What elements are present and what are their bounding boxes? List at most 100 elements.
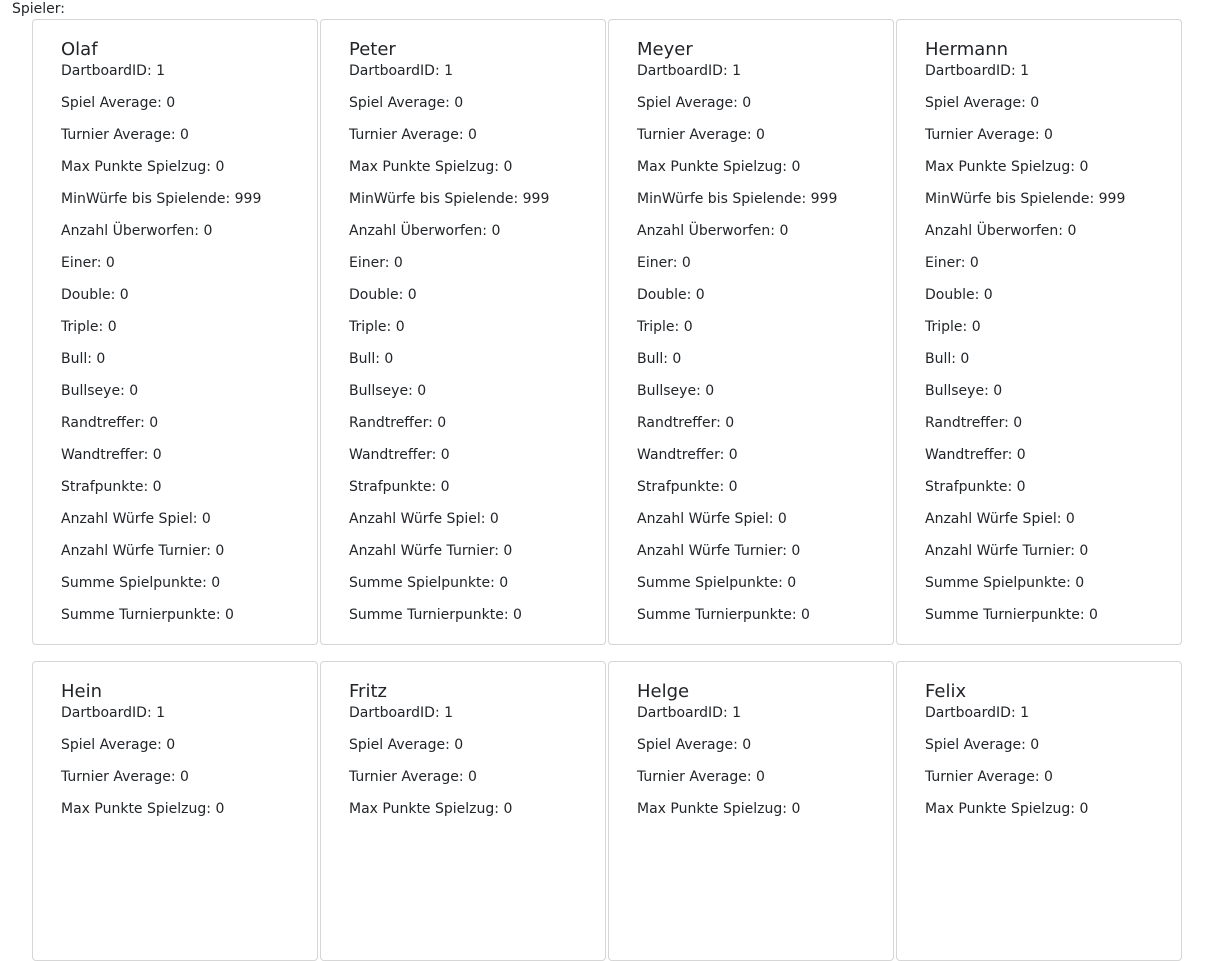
- player-stat: Turnier Average: 0: [349, 769, 477, 785]
- player-card-body: Olaf DartboardID: 1 Spiel Average: 0 Turnie…: [33, 20, 317, 639]
- player-stat: Randtreffer: 0: [925, 415, 1023, 431]
- player-stat: DartboardID: 1: [925, 705, 1030, 721]
- player-stat: DartboardID: 1: [637, 705, 742, 721]
- player-stat: Triple: 0: [61, 319, 117, 335]
- player-name: Felix: [925, 681, 967, 702]
- player-stat: Strafpunkte: 0: [61, 479, 162, 495]
- player-stat: Max Punkte Spielzug: 0: [925, 159, 1089, 175]
- player-stat: Summe Turnierpunkte: 0: [925, 607, 1098, 623]
- player-card: Hermann DartboardID: 1 Spiel Average: 0 Tur…: [896, 19, 1182, 645]
- player-stat: Strafpunkte: 0: [349, 479, 450, 495]
- player-stat: Bull: 0: [61, 351, 106, 367]
- player-stat: DartboardID: 1: [349, 705, 454, 721]
- player-stat: Spiel Average: 0: [349, 737, 464, 753]
- player-stat: MinWürfe bis Spielende: 999: [637, 191, 838, 207]
- player-stat: Anzahl Überworfen: 0: [925, 223, 1077, 239]
- players-section-label: Spieler:: [12, 1, 66, 17]
- player-stat: Bull: 0: [925, 351, 970, 367]
- player-stat: Bull: 0: [637, 351, 682, 367]
- player-stat: Strafpunkte: 0: [925, 479, 1026, 495]
- player-card-body: Hermann DartboardID: 1 Spiel Average: 0 Tur…: [897, 20, 1181, 639]
- player-stat: Anzahl Würfe Spiel: 0: [925, 511, 1075, 527]
- player-stat: Randtreffer: 0: [61, 415, 159, 431]
- player-stat: Summe Spielpunkte: 0: [349, 575, 509, 591]
- player-stat: Summe Turnierpunkte: 0: [61, 607, 234, 623]
- player-stat: Anzahl Würfe Spiel: 0: [61, 511, 211, 527]
- player-stat: Max Punkte Spielzug: 0: [637, 159, 801, 175]
- player-stat: Spiel Average: 0: [637, 95, 752, 111]
- player-name: Fritz: [349, 681, 387, 702]
- player-stat: Bullseye: 0: [637, 383, 715, 399]
- player-name: Hein: [61, 681, 103, 702]
- player-name: Peter: [349, 39, 396, 60]
- player-name: Meyer: [637, 39, 693, 60]
- player-stat: Turnier Average: 0: [61, 127, 189, 143]
- player-card: Olaf DartboardID: 1 Spiel Average: 0 Turnie…: [32, 19, 318, 645]
- player-stat: Summe Spielpunkte: 0: [637, 575, 797, 591]
- player-stat: Summe Spielpunkte: 0: [61, 575, 221, 591]
- player-stat: Turnier Average: 0: [61, 769, 189, 785]
- player-stat: Anzahl Überworfen: 0: [61, 223, 213, 239]
- player-stat: Anzahl Würfe Spiel: 0: [637, 511, 787, 527]
- player-stat: Spiel Average: 0: [61, 95, 176, 111]
- player-stat: Strafpunkte: 0: [637, 479, 738, 495]
- player-stat: Anzahl Würfe Turnier: 0: [637, 543, 801, 559]
- player-card: Peter DartboardID: 1 Spiel Average: 0 Turni…: [320, 19, 606, 645]
- player-stat: Einer: 0: [925, 255, 979, 271]
- player-stat: Einer: 0: [637, 255, 691, 271]
- player-stat: Wandtreffer: 0: [61, 447, 162, 463]
- player-stat: Summe Turnierpunkte: 0: [637, 607, 810, 623]
- player-stat: Spiel Average: 0: [925, 95, 1040, 111]
- player-stat: Max Punkte Spielzug: 0: [349, 801, 513, 817]
- player-stat: Turnier Average: 0: [637, 127, 765, 143]
- player-card: Hein DartboardID: 1 Spiel Average: 0 Turnie…: [32, 661, 318, 961]
- player-stat: Bull: 0: [349, 351, 394, 367]
- player-stat: Turnier Average: 0: [925, 127, 1053, 143]
- player-stat: MinWürfe bis Spielende: 999: [61, 191, 262, 207]
- player-card: Felix DartboardID: 1 Spiel Average: 0 Turni…: [896, 661, 1182, 961]
- player-stat: Summe Spielpunkte: 0: [925, 575, 1085, 591]
- player-name: Olaf: [61, 39, 98, 60]
- player-stat: Wandtreffer: 0: [349, 447, 450, 463]
- player-stat: Double: 0: [925, 287, 993, 303]
- player-card-body: Meyer DartboardID: 1 Spiel Average: 0 Turni…: [609, 20, 893, 639]
- player-stat: DartboardID: 1: [349, 63, 454, 79]
- player-stat: Double: 0: [637, 287, 705, 303]
- player-stat: Spiel Average: 0: [349, 95, 464, 111]
- player-stat: Max Punkte Spielzug: 0: [61, 159, 225, 175]
- player-name: Hermann: [925, 39, 1009, 60]
- player-stat: Triple: 0: [637, 319, 693, 335]
- player-stat: Wandtreffer: 0: [925, 447, 1026, 463]
- player-stat: Anzahl Würfe Turnier: 0: [925, 543, 1089, 559]
- player-stat: Anzahl Würfe Turnier: 0: [61, 543, 225, 559]
- player-stat: Max Punkte Spielzug: 0: [61, 801, 225, 817]
- player-card: Meyer DartboardID: 1 Spiel Average: 0 Turni…: [608, 19, 894, 645]
- player-stat: Spiel Average: 0: [61, 737, 176, 753]
- player-stat: DartboardID: 1: [925, 63, 1030, 79]
- player-stat: Turnier Average: 0: [925, 769, 1053, 785]
- player-card-body: Fritz DartboardID: 1 Spiel Average: 0 Turni…: [321, 662, 605, 833]
- player-stat: Bullseye: 0: [349, 383, 427, 399]
- player-stat: Triple: 0: [349, 319, 405, 335]
- player-stat: Max Punkte Spielzug: 0: [349, 159, 513, 175]
- player-stat: Bullseye: 0: [925, 383, 1003, 399]
- player-card-body: Felix DartboardID: 1 Spiel Average: 0 Turni…: [897, 662, 1181, 833]
- player-stat: DartboardID: 1: [61, 63, 166, 79]
- player-stat: Randtreffer: 0: [349, 415, 447, 431]
- player-stat: Anzahl Würfe Spiel: 0: [349, 511, 499, 527]
- player-stat: Anzahl Überworfen: 0: [349, 223, 501, 239]
- player-stat: Randtreffer: 0: [637, 415, 735, 431]
- player-stat: Double: 0: [349, 287, 417, 303]
- player-card-body: Hein DartboardID: 1 Spiel Average: 0 Turnie…: [33, 662, 317, 833]
- player-stat: Summe Turnierpunkte: 0: [349, 607, 522, 623]
- player-stat: Wandtreffer: 0: [637, 447, 738, 463]
- player-stat: Max Punkte Spielzug: 0: [925, 801, 1089, 817]
- player-stat: Einer: 0: [349, 255, 403, 271]
- player-stat: Anzahl Überworfen: 0: [637, 223, 789, 239]
- player-name: Helge: [637, 681, 690, 702]
- player-stat: DartboardID: 1: [637, 63, 742, 79]
- player-stat: Triple: 0: [925, 319, 981, 335]
- player-stat: Max Punkte Spielzug: 0: [637, 801, 801, 817]
- player-stat: Spiel Average: 0: [925, 737, 1040, 753]
- player-card: Fritz DartboardID: 1 Spiel Average: 0 Turni…: [320, 661, 606, 961]
